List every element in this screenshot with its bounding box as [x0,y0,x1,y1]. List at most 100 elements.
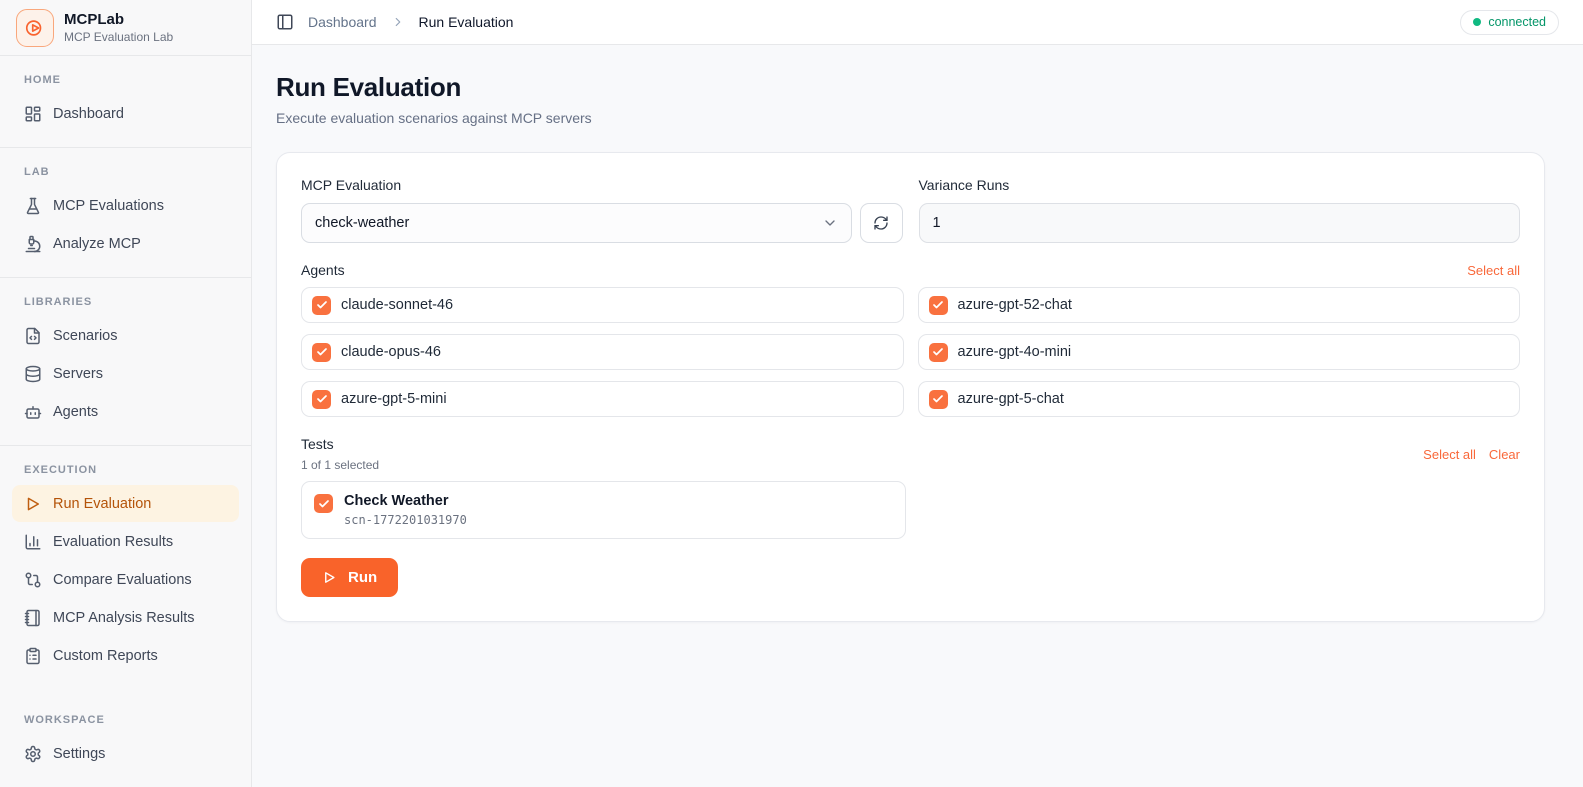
refresh-icon [873,215,889,231]
app-identity: MCPLab MCP Evaluation Lab [64,11,173,44]
mcp-evaluation-select[interactable]: check-weather [301,203,852,243]
section-label: EXECUTION [24,464,98,476]
checkbox-checked-icon[interactable] [312,295,331,315]
app-window: MCPLab MCP Evaluation Lab HOME Dashboard… [0,0,1583,787]
agent-checkbox-item[interactable]: azure-gpt-5-mini [301,381,904,417]
git-compare-icon [24,571,42,589]
run-evaluation-card: MCP Evaluation check-weather Variance Ru… [276,152,1545,622]
flask-icon [24,197,42,215]
sidebar-section-lab: LAB MCP Evaluations Analyze MCP [0,147,251,277]
sidebar-section-execution: EXECUTION Run Evaluation Evaluation Resu… [0,445,251,689]
section-label: HOME [24,74,61,86]
agents-label: Agents [301,262,345,278]
agent-label: azure-gpt-5-chat [957,391,1064,407]
sidebar-item-label: MCP Analysis Results [53,609,195,626]
breadcrumb-dashboard[interactable]: Dashboard [308,14,377,30]
test-title: Check Weather [344,493,449,509]
checkbox-checked-icon[interactable] [928,342,948,362]
agent-checkbox-item[interactable]: azure-gpt-4o-mini [917,334,1520,370]
checkbox-checked-icon[interactable] [314,494,333,513]
sidebar-item-dashboard[interactable]: Dashboard [12,95,239,132]
section-label: WORKSPACE [24,714,105,726]
sidebar-item-mcp-analysis-results[interactable]: MCP Analysis Results [12,599,239,636]
sidebar-item-servers[interactable]: Servers [12,355,239,392]
tests-links: Select all Clear [1423,447,1520,462]
notebook-icon [24,609,42,627]
tests-header: Tests 1 of 1 selected Select all Clear [301,436,1520,472]
agent-checkbox-item[interactable]: claude-opus-46 [301,334,904,370]
sidebar-item-compare-evaluations[interactable]: Compare Evaluations [12,561,239,598]
sidebar-header: MCPLab MCP Evaluation Lab [0,0,251,56]
dashboard-icon [24,105,42,123]
test-checkbox-item[interactable]: Check Weather scn-1772201031970 [301,481,906,539]
section-label: LAB [24,166,50,178]
checkbox-checked-icon[interactable] [312,342,331,362]
sidebar-item-label: Dashboard [53,105,124,122]
checkbox-checked-icon[interactable] [928,389,948,409]
app-name: MCPLab [64,11,124,28]
agent-label: azure-gpt-4o-mini [957,344,1072,360]
topbar: Dashboard Run Evaluation connected [252,0,1583,45]
mcp-evaluation-label: MCP Evaluation [301,177,402,193]
page-subtitle: Execute evaluation scenarios against MCP… [276,110,592,126]
bar-chart-icon [24,533,42,551]
refresh-button[interactable] [859,203,903,243]
sidebar-item-mcp-evaluations[interactable]: MCP Evaluations [12,187,239,224]
sidebar-item-run-evaluation[interactable]: Run Evaluation [12,485,239,522]
sidebar-item-evaluation-results[interactable]: Evaluation Results [12,523,239,560]
agent-checkbox-item[interactable]: azure-gpt-52-chat [917,287,1520,323]
file-code-icon [24,327,42,345]
agent-label: claude-opus-46 [341,344,441,360]
sidebar-item-settings[interactable]: Settings [12,735,239,772]
sidebar-item-label: Compare Evaluations [53,571,192,588]
agent-checkbox-item[interactable]: azure-gpt-5-chat [917,381,1520,417]
panel-left-icon [276,13,294,31]
sidebar-item-label: MCP Evaluations [53,197,164,214]
checkbox-checked-icon[interactable] [928,295,948,315]
agent-label: azure-gpt-5-mini [341,391,447,407]
agent-label: azure-gpt-52-chat [957,297,1072,313]
sidebar-item-analyze-mcp[interactable]: Analyze MCP [12,225,239,262]
sidebar-item-label: Agents [53,403,99,420]
clipboard-list-icon [24,647,42,665]
run-button-label: Run [348,569,378,586]
tests-clear-link[interactable]: Clear [1489,447,1520,462]
tests-header-left: Tests 1 of 1 selected [301,436,379,472]
main-area: Dashboard Run Evaluation connected Run E… [252,0,1583,787]
sidebar-item-agents[interactable]: Agents [12,393,239,430]
tests-label: Tests [301,436,334,452]
sidebar-section-workspace: WORKSPACE Settings [0,696,251,787]
sidebar-item-label: Servers [53,365,103,382]
app-logo [16,8,54,47]
play-icon [322,570,337,585]
agent-checkbox-item[interactable]: claude-sonnet-46 [301,287,904,323]
chevron-down-icon [822,215,838,231]
sidebar-item-label: Settings [53,745,106,762]
sidebar-item-custom-reports[interactable]: Custom Reports [12,637,239,674]
sidebar-toggle-button[interactable] [276,13,294,31]
mcp-evaluation-selected-value: check-weather [315,215,410,231]
microscope-icon [24,235,42,253]
sidebar-section-home: HOME Dashboard [0,56,251,147]
page-content: Run Evaluation Execute evaluation scenar… [252,45,1583,787]
sidebar-item-scenarios[interactable]: Scenarios [12,317,239,354]
chevron-right-icon [391,15,405,29]
sidebar: MCPLab MCP Evaluation Lab HOME Dashboard… [0,0,252,787]
mcp-evaluation-field: MCP Evaluation check-weather [301,177,903,243]
connection-status-badge: connected [1460,9,1559,35]
play-circle-logo-icon [24,17,46,39]
variance-runs-input[interactable] [918,203,1520,243]
sidebar-item-label: Run Evaluation [53,495,152,512]
page-title: Run Evaluation [276,72,462,102]
sidebar-item-label: Custom Reports [53,647,158,664]
checkbox-checked-icon[interactable] [312,389,331,409]
sidebar-section-libraries: LIBRARIES Scenarios Servers Agents [0,277,251,445]
status-dot-icon [1473,17,1482,26]
run-button[interactable]: Run [301,558,399,597]
gear-icon [24,745,42,763]
tests-select-all-link[interactable]: Select all [1423,447,1476,462]
sidebar-item-label: Scenarios [53,327,118,344]
agents-grid: claude-sonnet-46 azure-gpt-52-chat claud… [301,287,1520,417]
agents-select-all-link[interactable]: Select all [1467,263,1520,278]
